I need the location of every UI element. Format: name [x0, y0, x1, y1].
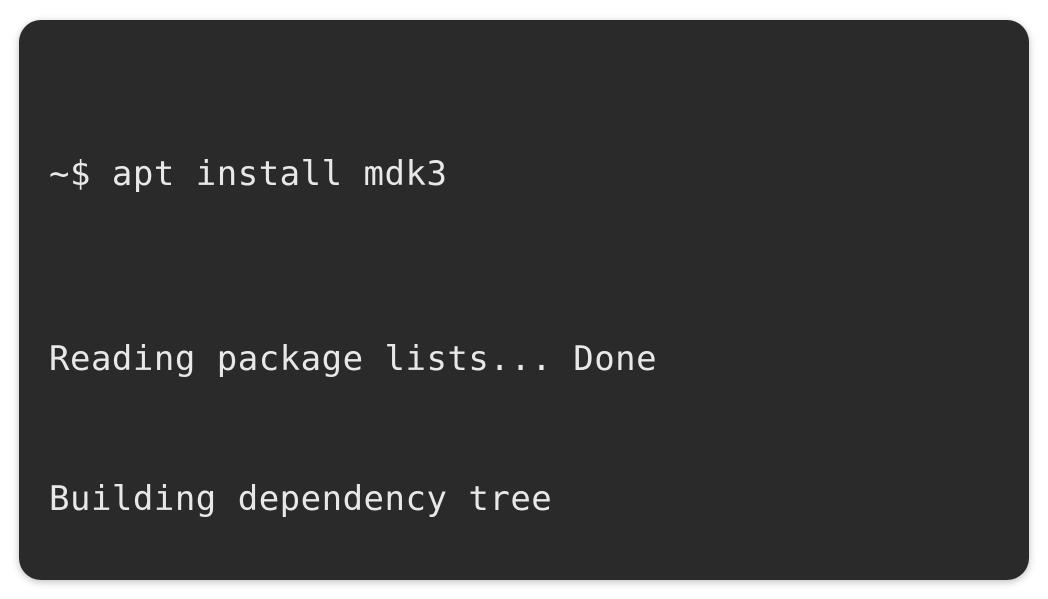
terminal-window: ~$ apt install mdk3 Reading package list… — [19, 20, 1029, 580]
terminal-content: ~$ apt install mdk3 Reading package list… — [49, 58, 999, 580]
terminal-output-line: Reading package lists... Done — [49, 336, 999, 383]
terminal-output-line: Building dependency tree — [49, 476, 999, 523]
command-prompt-line: ~$ apt install mdk3 — [49, 151, 999, 198]
